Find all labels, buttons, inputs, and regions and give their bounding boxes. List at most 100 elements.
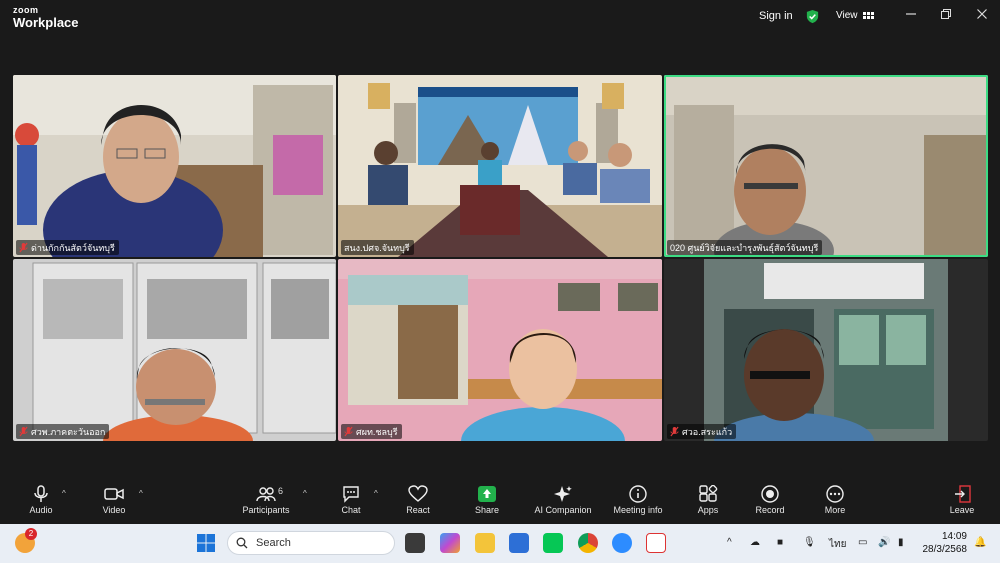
participant-name-tag: 020 ศูนย์วิจัยและบำรุงพันธุ์สัตว์จันทบุร… xyxy=(667,240,823,255)
info-icon xyxy=(629,485,647,503)
participant-name: ด่านกักกันสัตว์จันทบุรี xyxy=(31,242,115,253)
windows-start-icon[interactable] xyxy=(196,533,216,553)
participant-name-tag: ศผท.ชลบุรี xyxy=(341,424,402,439)
clock-date: 28/3/2568 xyxy=(922,544,968,555)
heart-icon xyxy=(408,485,428,502)
video-tile-4[interactable]: ศวพ.ภาคตะวันออก xyxy=(13,259,336,441)
participant-video-3 xyxy=(664,75,988,257)
video-button[interactable]: Video xyxy=(98,485,130,515)
share-screen-icon xyxy=(478,486,496,502)
apps-label: Apps xyxy=(697,505,719,515)
taskbar-clock[interactable]: 14:09 28/3/2568 xyxy=(919,530,968,556)
share-button[interactable]: Share xyxy=(472,485,502,515)
mic-muted-icon xyxy=(19,426,28,437)
line-app-icon[interactable] xyxy=(543,533,563,553)
participant-name: 020 ศูนย์วิจัยและบำรุงพันธุ์สัตว์จันทบุร… xyxy=(670,242,819,253)
participant-video-5 xyxy=(338,259,662,441)
minimize-icon[interactable] xyxy=(903,8,919,24)
video-options-chevron-icon[interactable]: ^ xyxy=(139,489,143,498)
participants-button[interactable]: Participants xyxy=(238,485,294,515)
meeting-info-label: Meeting info xyxy=(613,505,663,515)
chat-options-chevron-icon[interactable]: ^ xyxy=(374,489,378,498)
audio-options-chevron-icon[interactable]: ^ xyxy=(62,489,66,498)
video-gallery: ด่านกักกันสัตว์จันทบุรี สนง.ปศจ.จันทบุรี… xyxy=(0,34,1000,481)
task-view-icon[interactable] xyxy=(405,533,425,553)
leave-door-icon xyxy=(955,485,971,503)
participant-video-2 xyxy=(338,75,662,257)
microphone-icon xyxy=(34,485,48,502)
participant-name: สนง.ปศจ.จันทบุรี xyxy=(344,242,410,253)
video-tile-2[interactable]: สนง.ปศจ.จันทบุรี xyxy=(338,75,662,257)
video-label: Video xyxy=(102,505,126,515)
participant-name-tag: ด่านกักกันสัตว์จันทบุรี xyxy=(16,240,119,255)
chat-button[interactable]: Chat xyxy=(337,485,365,515)
sign-in-link[interactable]: Sign in xyxy=(759,10,793,22)
more-label: More xyxy=(824,505,846,515)
participant-name: ศผท.ชลบุรี xyxy=(356,426,398,437)
participant-name: ศวพ.ภาคตะวันออก xyxy=(31,426,106,437)
participants-icon xyxy=(256,487,276,502)
participants-options-chevron-icon[interactable]: ^ xyxy=(303,489,307,498)
taskbar-search-box[interactable]: Search xyxy=(227,531,395,555)
app-icon[interactable] xyxy=(509,533,529,553)
participant-video-6 xyxy=(664,259,988,441)
language-indicator[interactable]: ไทย xyxy=(829,537,846,552)
more-button[interactable]: More xyxy=(820,485,850,515)
record-button[interactable]: Record xyxy=(753,485,787,515)
mic-muted-icon xyxy=(344,426,353,437)
clock-time: 14:09 xyxy=(941,531,967,542)
audio-label: Audio xyxy=(29,505,53,515)
meeting-toolbar: Audio ^ Video ^ Participants 6 ^ Chat ^ … xyxy=(0,481,1000,524)
network-icon[interactable]: ▭ xyxy=(858,537,867,548)
participants-label: Participants xyxy=(242,505,290,515)
line-tray-icon[interactable]: ■ xyxy=(777,537,783,548)
participant-name: ศวอ.สระแก้ว xyxy=(682,426,733,437)
sparkle-icon xyxy=(554,486,572,502)
participant-video-4 xyxy=(13,259,336,441)
battery-icon[interactable]: ▮ xyxy=(898,537,904,548)
video-tile-1[interactable]: ด่านกักกันสัตว์จันทบุรี xyxy=(13,75,336,257)
notification-badge: 2 xyxy=(25,528,37,540)
video-tile-6[interactable]: ศวอ.สระแก้ว xyxy=(664,259,988,441)
chat-icon xyxy=(343,486,359,503)
participant-name-tag: สนง.ปศจ.จันทบุรี xyxy=(341,240,414,255)
restore-icon[interactable] xyxy=(938,8,954,24)
search-placeholder: Search xyxy=(256,537,291,549)
windows-taskbar: 2 Search ^ ☁ ■ 🎙 ไทย ▭ 🔊 ▮ 14:09 28/3/25… xyxy=(0,524,1000,563)
close-icon[interactable] xyxy=(974,8,990,24)
video-tile-5[interactable]: ศผท.ชลบุรี xyxy=(338,259,662,441)
react-button[interactable]: React xyxy=(403,485,433,515)
react-label: React xyxy=(406,505,430,515)
ai-companion-button[interactable]: AI Companion xyxy=(530,485,596,515)
chat-label: Chat xyxy=(341,505,361,515)
zoom-taskbar-icon[interactable] xyxy=(612,533,632,553)
cloud-icon[interactable]: ☁ xyxy=(750,537,760,548)
more-icon xyxy=(826,485,844,503)
microphone-tray-icon[interactable]: 🎙 xyxy=(803,537,816,548)
notifications-bell-icon[interactable]: 🔔 xyxy=(974,537,986,548)
title-bar: zoom Workplace Sign in View xyxy=(0,0,1000,34)
share-label: Share xyxy=(474,505,500,515)
logo-small-text: zoom xyxy=(13,5,39,15)
file-explorer-icon[interactable] xyxy=(475,533,495,553)
participant-video-1 xyxy=(13,75,336,257)
logo-large-text: Workplace xyxy=(13,15,79,30)
encryption-shield-icon[interactable] xyxy=(805,9,820,24)
participant-name-tag: ศวพ.ภาคตะวันออก xyxy=(16,424,110,439)
copilot-icon[interactable] xyxy=(440,533,460,553)
zoom-logo: zoom Workplace xyxy=(13,5,79,30)
meeting-info-button[interactable]: Meeting info xyxy=(609,485,667,515)
leave-button[interactable]: Leave xyxy=(947,485,977,515)
audio-button[interactable]: Audio xyxy=(26,485,56,515)
apps-button[interactable]: Apps xyxy=(694,485,722,515)
record-label: Record xyxy=(755,505,785,515)
volume-icon[interactable]: 🔊 xyxy=(878,537,890,548)
chrome-icon[interactable] xyxy=(578,533,598,553)
participants-count: 6 xyxy=(278,486,284,496)
show-hidden-icons-chevron-icon[interactable]: ^ xyxy=(727,537,732,548)
video-tile-3-active-speaker[interactable]: 020 ศูนย์วิจัยและบำรุงพันธุ์สัตว์จันทบุร… xyxy=(664,75,988,257)
view-button[interactable]: View xyxy=(836,10,874,21)
camera-icon xyxy=(104,488,124,500)
pdf-reader-icon[interactable] xyxy=(646,533,666,553)
apps-icon xyxy=(699,485,718,502)
